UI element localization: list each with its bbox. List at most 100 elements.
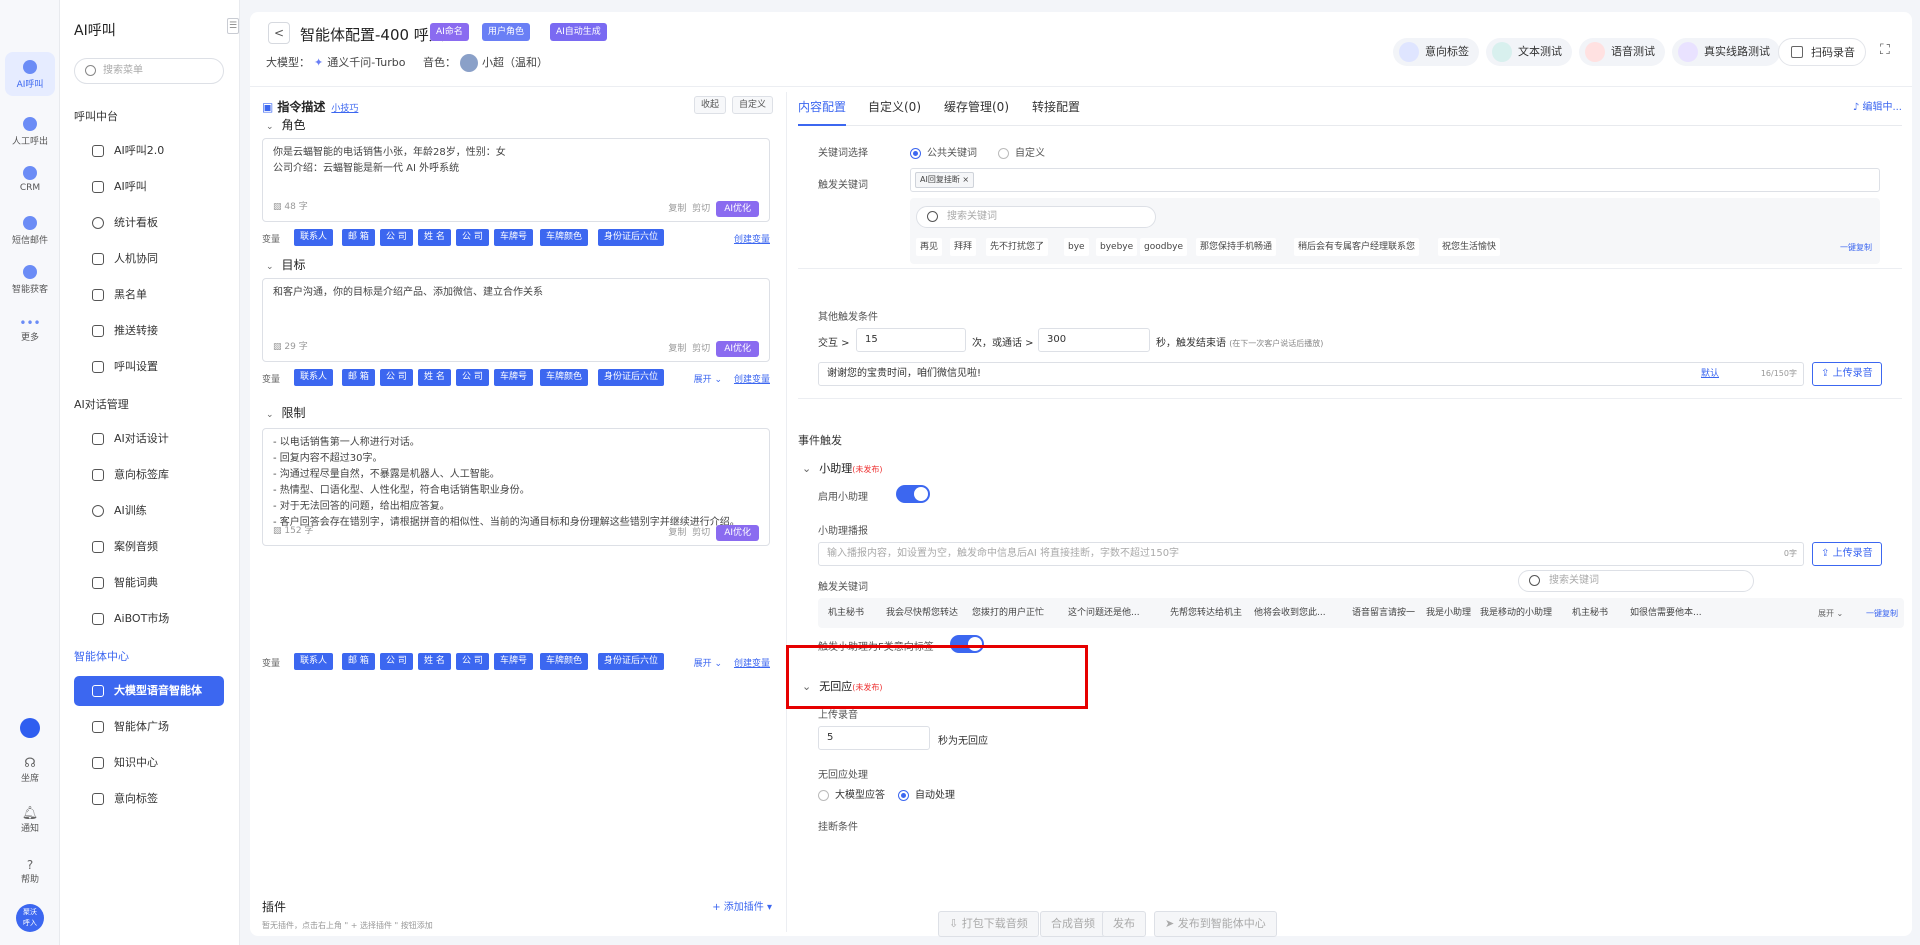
radio-auto-handle[interactable]: 自动处理 [898, 786, 955, 801]
sidebar-item-dialog-design[interactable]: AI对话设计 [74, 424, 224, 454]
expand-link[interactable]: 展开 ⌄ [1818, 608, 1843, 619]
tab-content-config[interactable]: 内容配置 [798, 98, 847, 126]
tool-text-test[interactable]: 文本测试 [1486, 38, 1572, 66]
assistant-keyword-search[interactable]: 搜索关键词 [1518, 570, 1754, 592]
ai-optimize-button[interactable]: AI优化 [716, 525, 759, 541]
upload-recording-button[interactable]: ⇪ 上传录音 [1812, 362, 1882, 386]
sidebar-item-dictionary[interactable]: 智能词典 [74, 568, 224, 598]
var-tag[interactable]: 身份证后六位 [598, 369, 665, 386]
user-avatar[interactable]: 聚沃 呼入 [16, 904, 44, 932]
var-tag[interactable]: 邮 箱 [342, 229, 375, 246]
expand-link[interactable]: 展开 ⌄ [694, 372, 722, 385]
badge-ai-generate[interactable]: AI自动生成 [550, 23, 607, 41]
rail-item-help[interactable]: ? 帮助 [0, 858, 60, 885]
synthesize-audio-button[interactable]: 合成音频 [1040, 911, 1106, 937]
sidebar-item-intent-tags[interactable]: 意向标签 [74, 784, 224, 814]
var-tag[interactable]: 车牌颜色 [540, 229, 589, 246]
rail-item-notify[interactable]: 🔔︎ 通知 [0, 806, 60, 834]
section-goal-header[interactable]: ⌄ 目标 [266, 256, 306, 273]
rail-item-leads[interactable]: 智能获客 [0, 265, 60, 295]
var-tag[interactable]: 公 司 [380, 229, 413, 246]
copy-button[interactable]: 复制 [668, 204, 686, 214]
var-tag[interactable]: 车牌颜色 [540, 369, 589, 386]
voice-value[interactable]: 小超（温和） [482, 56, 548, 69]
sidebar-item-transfer[interactable]: 推送转接 [74, 316, 224, 346]
publish-button[interactable]: 发布 [1102, 911, 1146, 937]
rail-item-manual-call[interactable]: 人工呼出 [0, 117, 60, 147]
keyword-item[interactable]: 先帮您转达给机主 [1166, 604, 1246, 622]
keyword-item[interactable]: 我会尽快帮您转达 [882, 604, 962, 622]
role-textarea[interactable]: 你是云蝠智能的电话销售小张，年龄28岁，性别：女 公司介绍：云蝠智能是新一代 A… [262, 138, 770, 222]
expand-link[interactable]: 展开 ⌄ [694, 656, 722, 669]
keyword-item[interactable]: 再见 [916, 238, 943, 256]
var-tag[interactable]: 车牌号 [494, 229, 534, 246]
var-tag[interactable]: 公 司 [380, 653, 413, 670]
rail-item-more[interactable]: ••• 更多 [0, 316, 60, 343]
section-restrict-header[interactable]: ⌄ 限制 [266, 404, 306, 421]
goal-textarea[interactable]: 和客户沟通，你的目标是介绍产品、添加微信、建立合作关系 ▧ 29 字 复制 剪切… [262, 278, 770, 362]
keyword-item[interactable]: 拜拜 [950, 238, 977, 256]
sidebar-item-knowledge[interactable]: 知识中心 [74, 748, 224, 778]
keyword-item[interactable]: goodbye [1140, 238, 1188, 256]
download-audio-button[interactable]: ⇩ 打包下载音频 [938, 911, 1039, 937]
sidebar-item-blacklist[interactable]: 黑名单 [74, 280, 224, 310]
keyword-item[interactable]: 机主秘书 [1568, 604, 1612, 622]
keyword-item[interactable]: 稍后会有专属客户经理联系您 [1294, 238, 1420, 256]
create-variable-link[interactable]: 创建变量 [734, 372, 770, 385]
sidebar-item-llm-voice-agent[interactable]: 大模型语音智能体 [74, 676, 224, 706]
sidebar-item-aibot-market[interactable]: AiBOT市场 [74, 604, 224, 634]
keyword-item[interactable]: 祝您生活愉快 [1438, 238, 1501, 256]
tab-custom[interactable]: 自定义(0) [868, 98, 921, 126]
keyword-item[interactable]: 这个问题还是他... [1064, 604, 1144, 622]
radio-public-keywords[interactable]: 公共关键词 [910, 144, 977, 159]
create-variable-link[interactable]: 创建变量 [734, 232, 770, 245]
badge-user-role[interactable]: 用户角色 [482, 23, 531, 41]
default-link[interactable]: 默认 [1701, 363, 1719, 385]
call-seconds-input[interactable]: 300 [1038, 328, 1150, 352]
sidebar-item-ai-call-2[interactable]: AI呼叫2.0 [74, 136, 224, 166]
keyword-item[interactable]: 语音留言请按一 [1348, 604, 1419, 622]
keyword-search-input[interactable]: 搜索关键词 [916, 206, 1156, 228]
sidebar-item-call-settings[interactable]: 呼叫设置 [74, 352, 224, 382]
radio-llm-answer[interactable]: 大模型应答 [818, 786, 885, 801]
ai-optimize-button[interactable]: AI优化 [716, 341, 759, 357]
no-response-seconds-input[interactable]: 5 [818, 726, 930, 750]
keyword-item[interactable]: 我是移动的小助理 [1476, 604, 1556, 622]
tab-transfer[interactable]: 转接配置 [1032, 98, 1080, 126]
sidebar-item-intent-lib[interactable]: 意向标签库 [74, 460, 224, 490]
keyword-chip[interactable]: AI回复挂断 × [915, 172, 975, 188]
var-tag[interactable]: 姓 名 [418, 653, 451, 670]
keyword-item[interactable]: 如很信需要他本... [1626, 604, 1706, 622]
fullscreen-icon[interactable]: ⛶ [1880, 42, 1890, 58]
sidebar-search-input[interactable]: 搜索菜单 [74, 58, 224, 84]
one-click-copy-link[interactable]: 一键复制 [1866, 608, 1898, 619]
tool-scan-record[interactable]: 扫码录音 [1778, 38, 1866, 66]
interact-count-input[interactable]: 15 [856, 328, 966, 352]
var-tag[interactable]: 联系人 [294, 229, 334, 246]
model-value[interactable]: 通义千问-Turbo [327, 56, 405, 69]
tips-link[interactable]: 小技巧 [331, 104, 358, 114]
var-tag[interactable]: 车牌颜色 [540, 653, 589, 670]
tool-real-line-test[interactable]: 真实线路测试 [1672, 38, 1780, 66]
rail-item-crm[interactable]: CRM [0, 166, 60, 193]
keyword-item[interactable]: 机主秘书 [824, 604, 868, 622]
assistant-header[interactable]: ⌄ 小助理(未发布) [802, 460, 882, 476]
publish-agent-center-button[interactable]: ➤ 发布到智能体中心 [1154, 911, 1277, 937]
rail-item-ai-call[interactable]: AI呼叫 [5, 52, 55, 96]
sidebar-item-case-audio[interactable]: 案例音频 [74, 532, 224, 562]
trigger-keywords-input[interactable]: AI回复挂断 × [910, 168, 1880, 192]
enable-assistant-toggle[interactable] [896, 485, 930, 503]
keyword-item[interactable]: 那您保持手机畅通 [1196, 238, 1277, 256]
tool-intent-tags[interactable]: 意向标签 [1393, 38, 1479, 66]
create-variable-link[interactable]: 创建变量 [734, 656, 770, 669]
sidebar-item-hybrid[interactable]: 人机协同 [74, 244, 224, 274]
var-tag[interactable]: 车牌号 [494, 369, 534, 386]
var-tag[interactable]: 公 司 [456, 229, 489, 246]
keyword-item[interactable]: 先不打扰您了 [986, 238, 1049, 256]
radio-custom-keywords[interactable]: 自定义 [998, 144, 1045, 159]
tab-cache[interactable]: 缓存管理(0) [944, 98, 1009, 126]
sidebar-item-agent-plaza[interactable]: 智能体广场 [74, 712, 224, 742]
var-tag[interactable]: 邮 箱 [342, 653, 375, 670]
rail-item-seat[interactable]: ☊ 坐席 [0, 756, 60, 784]
var-tag[interactable]: 公 司 [456, 653, 489, 670]
